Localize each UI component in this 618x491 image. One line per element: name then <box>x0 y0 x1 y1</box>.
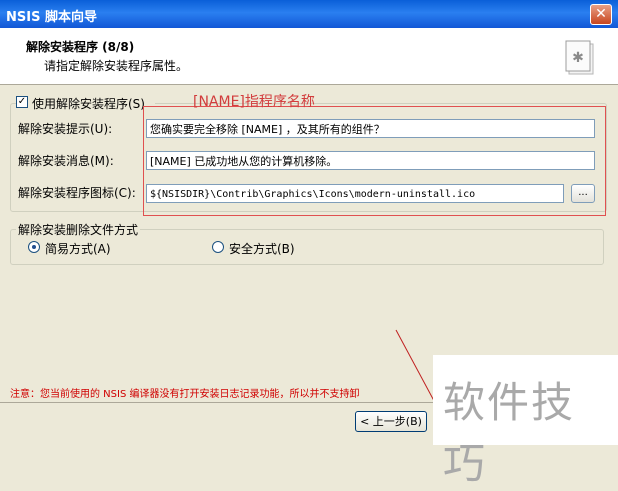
logging-notice: 注意：您当前使用的 NSIS 编译器没有打开安装日志记录功能，所以并不支持卸 <box>10 389 360 400</box>
watermark-panel: 软件技巧 <box>433 355 618 488</box>
back-button[interactable]: < 上一步(B) <box>355 411 427 432</box>
watermark-text: 软件技巧 <box>443 378 576 488</box>
